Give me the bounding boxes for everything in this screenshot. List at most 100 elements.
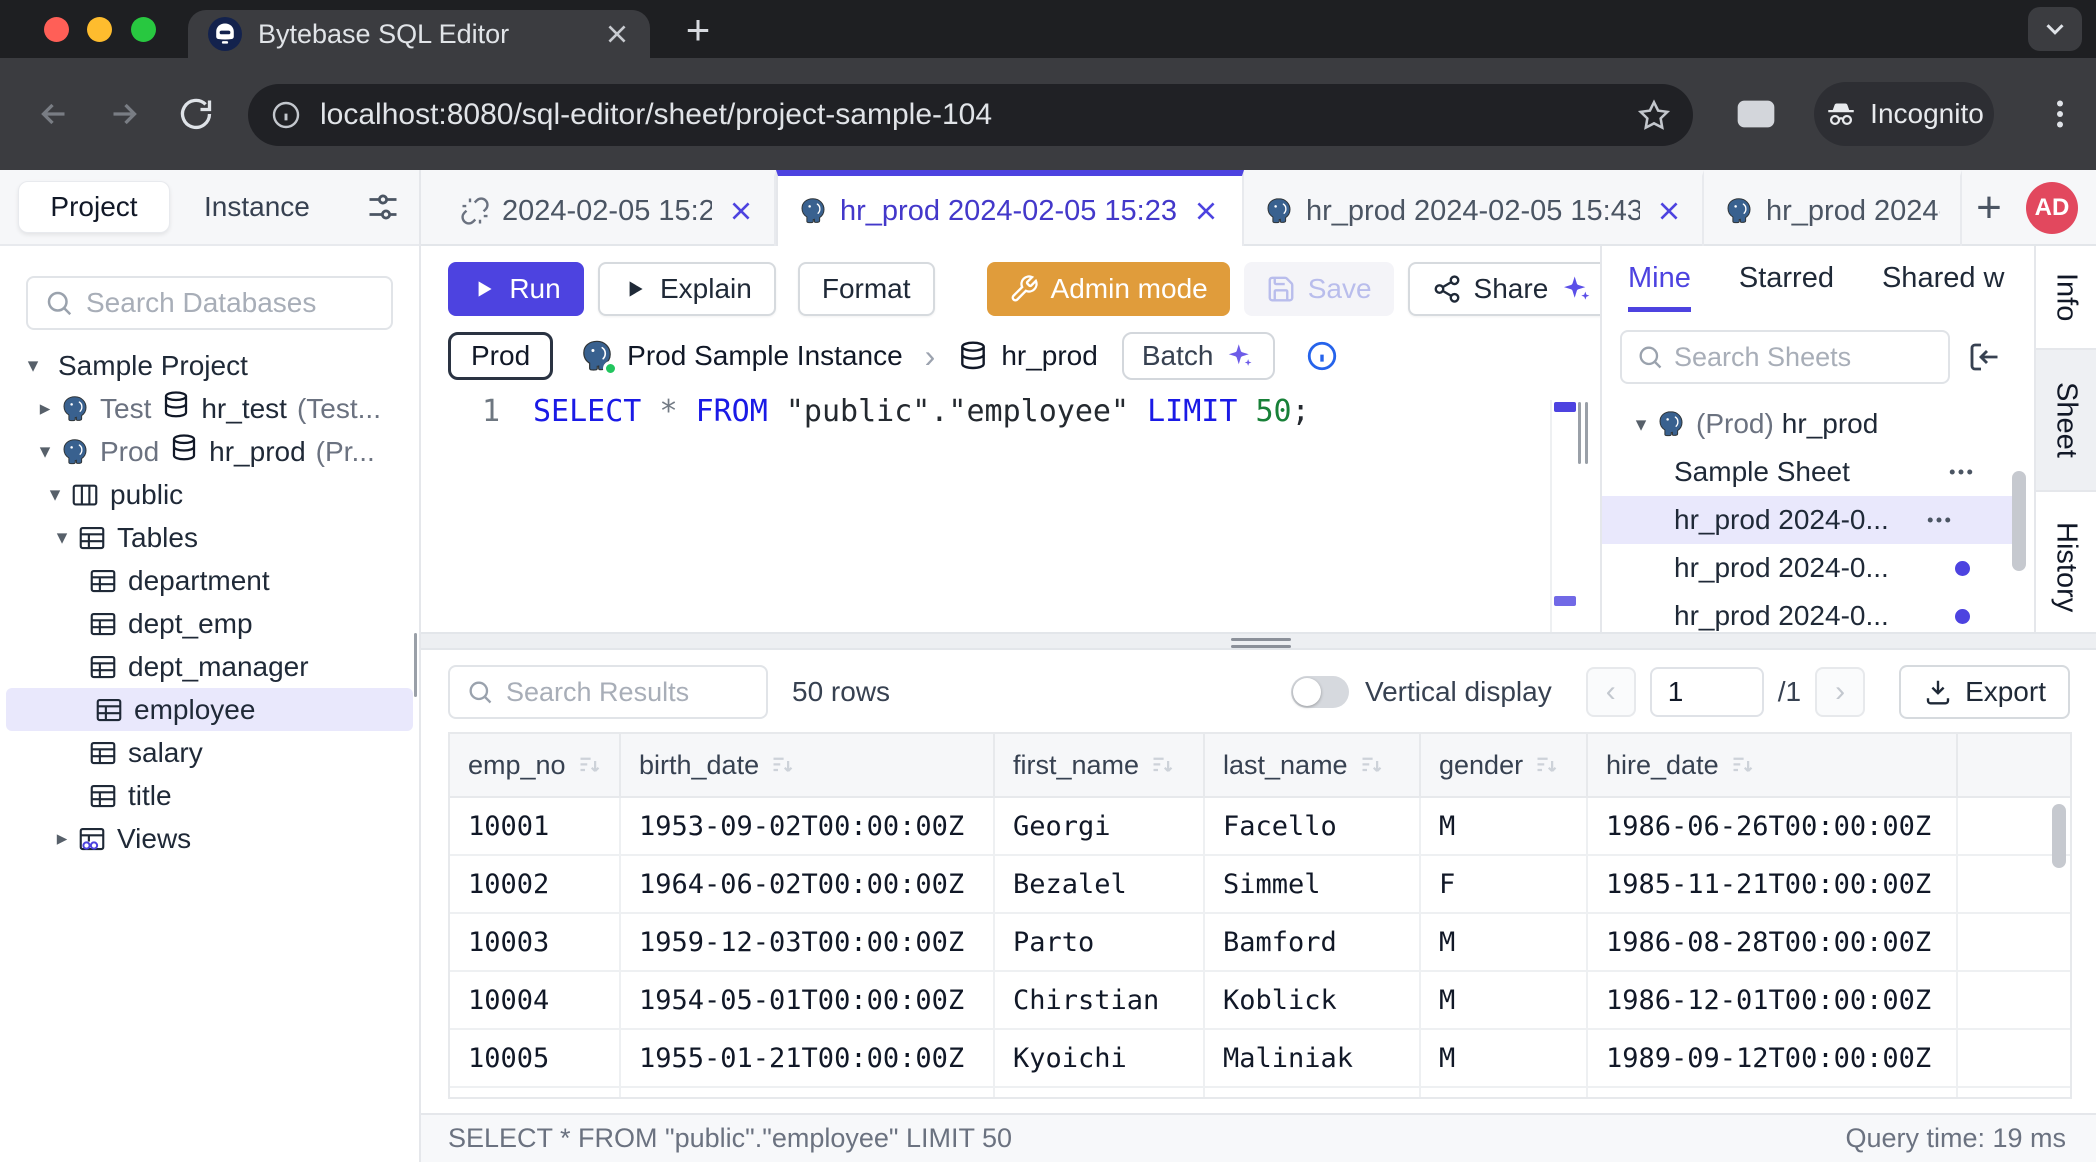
caret-down-icon[interactable]: ▾ [30,439,60,464]
tree-row-public[interactable]: ▾public [0,473,419,516]
database-name[interactable]: hr_prod [1001,340,1098,372]
info-icon[interactable] [1305,339,1339,373]
side-tab-sheet[interactable]: Sheet [2036,350,2096,492]
close-tab-icon[interactable] [604,21,630,47]
back-icon[interactable] [36,96,72,132]
format-button[interactable]: Format [798,262,935,316]
tree-row-salary[interactable]: salary [0,731,419,774]
new-tab-button[interactable]: + [672,8,724,52]
tab-project[interactable]: Project [18,181,170,233]
tab-search-button[interactable] [2028,7,2082,51]
tree-row-title[interactable]: title [0,774,419,817]
table-row-5[interactable]: 100061953-04-20T00:00:00ZAnnekePreusigF1… [450,1088,2070,1099]
side-tab-history[interactable]: History [2036,492,2096,644]
tree-row-prod[interactable]: ▾Prodhr_prod(Pr... [0,430,419,473]
results-resize-divider[interactable] [421,632,2096,650]
sheet-tab-2[interactable]: hr_prod 2024-02-05 15:43 [1244,170,1704,246]
prev-page-button[interactable]: ‹ [1586,667,1636,717]
forward-icon[interactable] [106,96,142,132]
tree-row-department[interactable]: department [0,559,419,602]
run-button[interactable]: Run [448,262,584,316]
close-sheet-tab-icon[interactable] [1656,198,1682,224]
tab-instance[interactable]: Instance [204,191,310,223]
url-bar[interactable]: localhost:8080/sql-editor/sheet/project-… [248,84,1693,146]
result-table-scrollbar[interactable] [2052,804,2066,868]
table-row-2[interactable]: 100031959-12-03T00:00:00ZPartoBamfordM19… [450,914,2070,972]
caret-right-icon[interactable]: ▸ [30,396,60,421]
save-button[interactable]: Save [1244,262,1394,316]
editor-overview-ruler[interactable] [1550,400,1576,632]
close-sheet-tab-icon[interactable] [1193,198,1219,224]
side-tab-info[interactable]: Info [2036,246,2096,350]
maximize-window-button[interactable] [131,17,156,42]
close-window-button[interactable] [44,17,69,42]
new-sheet-tab-button[interactable]: + [1962,170,2016,246]
column-header-last_name[interactable]: last_name [1205,734,1421,796]
explain-button[interactable]: Explain [598,262,776,316]
reload-icon[interactable] [178,96,214,132]
sheet-item-1[interactable]: Sample Sheet [1602,448,2034,496]
search-sheets-box[interactable] [1620,330,1950,384]
column-header-emp_no[interactable]: emp_no [450,734,621,796]
tree-row-test[interactable]: ▸Testhr_test(Test... [0,387,419,430]
next-page-button[interactable]: › [1815,667,1865,717]
tree-row-tables[interactable]: ▾Tables [0,516,419,559]
tab-mine[interactable]: Mine [1628,262,1691,312]
filter-settings-icon[interactable] [365,189,401,225]
export-button[interactable]: Export [1899,665,2070,719]
table-row-1[interactable]: 100021964-06-02T00:00:00ZBezalelSimmelF1… [450,856,2070,914]
caret-down-icon[interactable]: ▾ [47,525,77,550]
sheet-item-4[interactable]: hr_prod 2024-0... [1602,592,2034,632]
environment-chip[interactable]: Prod [448,332,553,380]
tree-row-dept-manager[interactable]: dept_manager [0,645,419,688]
share-button[interactable]: Share [1408,262,1600,316]
sheet-item-2[interactable]: hr_prod 2024-0... [1602,496,2012,544]
table-row-3[interactable]: 100041954-05-01T00:00:00ZChirstianKoblic… [450,972,2070,1030]
page-number-input[interactable] [1650,667,1764,717]
admin-mode-button[interactable]: Admin mode [987,262,1230,316]
vertical-display-toggle[interactable] [1291,676,1349,708]
caret-down-icon[interactable]: ▾ [1626,412,1656,437]
tree-row-sample-project[interactable]: ▾Sample Project [0,344,419,387]
minimize-window-button[interactable] [87,17,112,42]
sql-editor[interactable]: 1SELECT * FROM "public"."employee" LIMIT… [421,394,1600,429]
search-results-input[interactable] [506,677,750,708]
batch-button[interactable]: Batch [1122,332,1276,380]
column-header-hire_date[interactable]: hire_date [1588,734,1958,796]
sheet-list-scrollbar[interactable] [2012,471,2026,571]
panel-resize-handle[interactable] [1578,402,1588,464]
tree-row-employee[interactable]: employee [6,688,413,731]
side-panel-icon[interactable] [1736,98,1776,130]
caret-down-icon[interactable]: ▾ [18,353,48,378]
sheet-group[interactable]: ▾(Prod)hr_prod [1602,400,2034,448]
table-row-0[interactable]: 100011953-09-02T00:00:00ZGeorgiFacelloM1… [450,798,2070,856]
column-header-gender[interactable]: gender [1421,734,1588,796]
tree-row-dept-emp[interactable]: dept_emp [0,602,419,645]
tab-starred[interactable]: Starred [1739,262,1834,312]
tree-row-views[interactable]: ▸Views [0,817,419,860]
sheet-tab-0[interactable]: 2024-02-05 15:22 [440,170,776,246]
instance-name[interactable]: Prod Sample Instance [627,340,903,372]
sheet-tab-1[interactable]: hr_prod 2024-02-05 15:23 [776,170,1244,246]
caret-down-icon[interactable]: ▾ [40,482,70,507]
sheet-item-menu-icon[interactable] [1924,505,1954,535]
search-sheets-input[interactable] [1674,342,1934,373]
bookmark-star-icon[interactable] [1637,98,1671,132]
browser-tab[interactable]: Bytebase SQL Editor [188,10,650,58]
collapse-panel-icon[interactable] [1966,339,2002,375]
table-row-4[interactable]: 100051955-01-21T00:00:00ZKyoichiMaliniak… [450,1030,2070,1088]
site-info-icon[interactable] [270,99,302,131]
avatar[interactable]: AD [2026,182,2078,234]
sheet-item-menu-icon[interactable] [1946,457,1976,487]
column-header-birth_date[interactable]: birth_date [621,734,995,796]
sheet-tab-3[interactable]: hr_prod 2024-0 [1704,170,1962,246]
browser-menu-icon[interactable] [2042,96,2078,132]
search-databases-input[interactable] [86,287,375,319]
sheet-item-3[interactable]: hr_prod 2024-0... [1602,544,2034,592]
tab-shared[interactable]: Shared w [1882,262,2005,312]
search-results-box[interactable] [448,665,768,719]
close-sheet-tab-icon[interactable] [728,198,754,224]
search-databases-box[interactable] [26,276,393,330]
caret-right-icon[interactable]: ▸ [47,826,77,851]
column-header-first_name[interactable]: first_name [995,734,1205,796]
